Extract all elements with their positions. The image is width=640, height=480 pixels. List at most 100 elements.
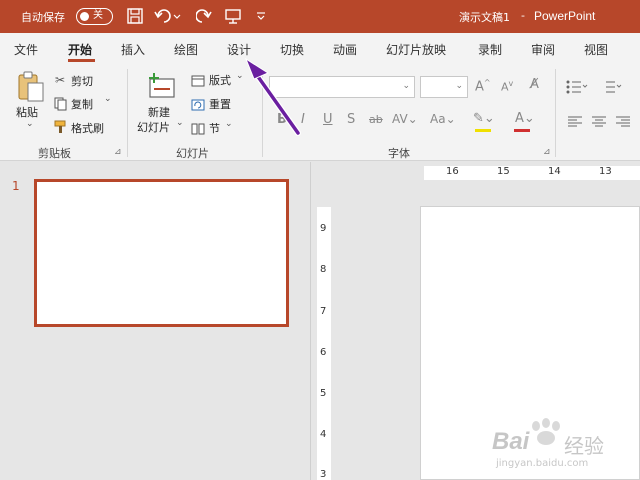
ruler-number: 9 bbox=[320, 223, 327, 234]
align-center-icon[interactable] bbox=[592, 113, 606, 132]
active-tab-indicator bbox=[68, 59, 95, 62]
strikethrough-icon[interactable]: ab bbox=[369, 113, 383, 126]
ruler-number: 5 bbox=[320, 388, 327, 399]
customize-qat-button[interactable] bbox=[250, 6, 272, 26]
undo-button[interactable] bbox=[153, 6, 183, 26]
watermark-brand-cn: 经验 bbox=[564, 434, 604, 458]
ruler-number: 16 bbox=[446, 166, 459, 177]
ruler-number: 15 bbox=[497, 166, 510, 177]
reset-button[interactable]: 重置 bbox=[209, 96, 231, 112]
paste-dropdown-icon[interactable]: ⌄ bbox=[26, 119, 34, 129]
slide-thumbnail[interactable] bbox=[34, 179, 289, 327]
slide-number: 1 bbox=[12, 179, 20, 193]
tab-animations[interactable]: 动画 bbox=[333, 41, 357, 58]
annotation-arrow bbox=[244, 57, 301, 136]
layout-button[interactable]: 版式 bbox=[209, 72, 231, 88]
ribbon-home: 粘贴 ⌄ ✂ 剪切 复制 ⌄ 格式刷 剪贴板 ⊿ 新建 幻灯片 ⌄ 版式 ⌄ 重… bbox=[0, 63, 640, 161]
cut-button[interactable]: 剪切 bbox=[71, 73, 93, 89]
font-size-dropdown-icon: ⌄ bbox=[455, 81, 463, 91]
font-group-label: 字体 bbox=[388, 147, 410, 160]
ruler-number: 6 bbox=[320, 347, 327, 358]
decrease-font-icon[interactable]: Av bbox=[501, 79, 513, 94]
title-bar: 自动保存 关 演示文稿1 - PowerPoint bbox=[0, 0, 640, 33]
slides-group-label: 幻灯片 bbox=[176, 147, 209, 160]
ruler-number: 8 bbox=[320, 264, 327, 275]
ruler-number: 4 bbox=[320, 429, 327, 440]
highlight-color-bar bbox=[475, 129, 491, 132]
section-dropdown-icon[interactable]: ⌄ bbox=[225, 119, 233, 129]
highlight-icon[interactable]: ✎⌄ bbox=[473, 111, 495, 126]
slide-thumbnails-pane: 1 bbox=[0, 162, 310, 480]
save-icon bbox=[127, 8, 143, 24]
tab-slideshow[interactable]: 幻灯片放映 bbox=[386, 41, 446, 58]
redo-button[interactable] bbox=[193, 6, 215, 26]
section-icon bbox=[191, 120, 205, 139]
ruler-number: 14 bbox=[548, 166, 561, 177]
autosave-label: 自动保存 bbox=[21, 11, 65, 24]
increase-font-icon[interactable]: A^ bbox=[475, 78, 491, 94]
paste-label: 粘贴 bbox=[16, 106, 38, 119]
copy-dropdown-icon[interactable]: ⌄ bbox=[104, 94, 112, 104]
toggle-state-label: 关 bbox=[93, 10, 103, 21]
watermark-brand: Bai bbox=[492, 428, 530, 455]
format-painter-button[interactable]: 格式刷 bbox=[71, 120, 104, 136]
clipboard-launcher-icon[interactable]: ⊿ bbox=[114, 147, 122, 157]
font-color-bar bbox=[514, 129, 530, 132]
undo-icon bbox=[154, 9, 181, 23]
start-from-beginning-button[interactable] bbox=[222, 6, 244, 26]
font-color-icon[interactable]: A⌄ bbox=[515, 111, 535, 126]
align-right-icon[interactable] bbox=[616, 113, 630, 132]
section-button[interactable]: 节 bbox=[209, 120, 220, 136]
title-separator: - bbox=[521, 9, 525, 22]
customize-dropdown-icon bbox=[257, 12, 265, 20]
vertical-ruler: 9 8 7 6 5 4 3 bbox=[317, 207, 331, 480]
change-case-icon[interactable]: Aa⌄ bbox=[430, 112, 456, 126]
group-divider bbox=[127, 69, 128, 157]
baidu-watermark: Bai 经验 jingyan.baidu.com bbox=[488, 418, 638, 474]
new-slide-label-2: 幻灯片 bbox=[137, 121, 170, 134]
save-button[interactable] bbox=[124, 6, 146, 26]
ribbon-tabs: 文件 开始 插入 绘图 设计 切换 动画 幻灯片放映 录制 审阅 视图 bbox=[0, 33, 640, 63]
document-title: 演示文稿1 bbox=[459, 11, 510, 24]
new-slide-label-1: 新建 bbox=[148, 106, 170, 119]
scissors-icon: ✂ bbox=[55, 73, 66, 87]
new-slide-button[interactable] bbox=[146, 71, 176, 105]
new-slide-dropdown-icon[interactable]: ⌄ bbox=[176, 118, 184, 128]
tab-view[interactable]: 视图 bbox=[584, 41, 608, 58]
group-divider bbox=[555, 69, 556, 157]
reset-icon bbox=[191, 96, 205, 115]
new-slide-icon bbox=[149, 73, 175, 98]
font-name-dropdown-icon: ⌄ bbox=[402, 81, 410, 91]
paste-icon bbox=[18, 71, 44, 102]
layout-icon bbox=[191, 72, 205, 91]
shadow-icon[interactable]: S bbox=[347, 112, 355, 127]
align-left-icon[interactable] bbox=[568, 113, 582, 132]
ruler-number: 13 bbox=[599, 166, 612, 177]
format-painter-icon bbox=[54, 119, 68, 138]
font-launcher-icon[interactable]: ⊿ bbox=[543, 147, 551, 157]
tab-home[interactable]: 开始 bbox=[68, 41, 92, 58]
ruler-number: 3 bbox=[320, 469, 327, 480]
clear-formatting-icon[interactable]: A̸ bbox=[530, 77, 539, 92]
tab-review[interactable]: 审阅 bbox=[531, 41, 555, 58]
horizontal-ruler: 16 15 14 13 bbox=[424, 166, 640, 180]
tab-file[interactable]: 文件 bbox=[14, 41, 38, 58]
bullets-icon[interactable] bbox=[566, 79, 588, 98]
app-name: PowerPoint bbox=[534, 9, 596, 23]
toggle-knob bbox=[80, 12, 89, 21]
tab-insert[interactable]: 插入 bbox=[121, 41, 145, 58]
watermark-url: jingyan.baidu.com bbox=[496, 458, 589, 469]
underline-icon[interactable]: U bbox=[323, 112, 333, 127]
character-spacing-icon[interactable]: AV⌄ bbox=[392, 112, 418, 126]
slideshow-icon bbox=[225, 9, 241, 24]
paste-button[interactable] bbox=[16, 71, 46, 107]
copy-icon bbox=[54, 96, 68, 115]
ruler-number: 7 bbox=[320, 306, 327, 317]
tab-draw[interactable]: 绘图 bbox=[174, 41, 198, 58]
redo-icon bbox=[196, 9, 212, 23]
copy-button[interactable]: 复制 bbox=[71, 96, 93, 112]
tab-record[interactable]: 录制 bbox=[478, 41, 502, 58]
font-size-dropdown[interactable]: ⌄ bbox=[420, 76, 468, 98]
autosave-toggle[interactable]: 关 bbox=[76, 8, 113, 25]
numbering-icon[interactable] bbox=[600, 79, 622, 98]
